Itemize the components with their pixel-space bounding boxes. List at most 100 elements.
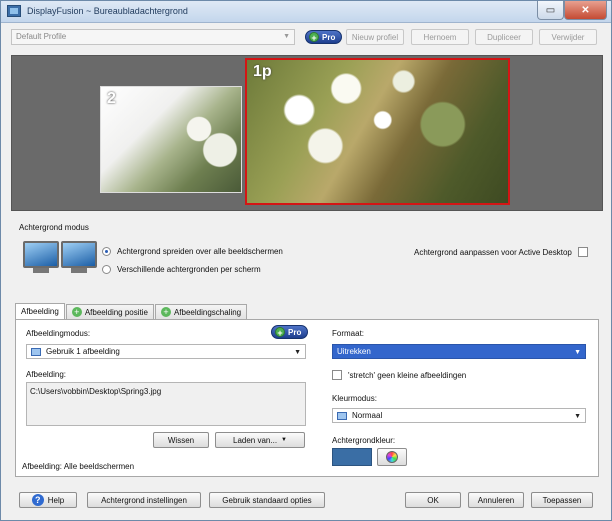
tab-afbeeldingschaling-label: Afbeeldingschaling bbox=[173, 307, 242, 317]
background-color-label: Achtergrondkleur: bbox=[332, 436, 396, 445]
chevron-down-icon: ▼ bbox=[283, 33, 290, 40]
apply-button[interactable]: Toepassen bbox=[531, 492, 593, 508]
displayfusion-icon bbox=[7, 5, 21, 17]
image-target-text: Afbeelding: Alle beeldschermen bbox=[22, 462, 135, 471]
restore-icon: ▭ bbox=[545, 4, 556, 16]
tab-afbeelding[interactable]: Afbeelding bbox=[15, 303, 65, 319]
color-mode-value: Normaal bbox=[352, 411, 383, 420]
rename-profile-button[interactable]: Hernoem bbox=[411, 29, 469, 45]
delete-label: Verwijder bbox=[551, 32, 585, 42]
background-settings-label: Achtergrond instellingen bbox=[101, 495, 187, 505]
background-mode-title: Achtergrond modus bbox=[19, 223, 89, 232]
load-from-label: Laden van... bbox=[233, 435, 278, 445]
duplicate-label: Dupliceer bbox=[487, 32, 521, 42]
image-path-label: Afbeelding: bbox=[26, 370, 67, 379]
color-mode-icon bbox=[337, 411, 347, 420]
help-icon: ? bbox=[31, 494, 44, 506]
radio-per-screen[interactable]: Verschillende achtergronden per scherm bbox=[102, 265, 261, 274]
monitor-screen-left bbox=[23, 241, 59, 268]
ok-button[interactable]: OK bbox=[405, 492, 461, 508]
radio-selected-indicator[interactable] bbox=[102, 247, 111, 256]
monitor-2-label: 2 bbox=[107, 90, 116, 107]
pro-button[interactable]: + Pro bbox=[271, 325, 308, 339]
cancel-button[interactable]: Annuleren bbox=[468, 492, 524, 508]
use-defaults-button[interactable]: Gebruik standaard opties bbox=[209, 492, 325, 508]
format-value: Uitrekken bbox=[337, 347, 371, 356]
new-profile-label: Nieuw profiel bbox=[351, 32, 399, 42]
dialog-buttons: ? Help Achtergrond instellingen Gebruik … bbox=[1, 483, 611, 521]
format-label: Formaat: bbox=[332, 329, 365, 338]
delete-profile-button[interactable]: Verwijder bbox=[539, 29, 597, 45]
color-mode-label: Kleurmodus: bbox=[332, 394, 377, 403]
app-window: DisplayFusion ~ Bureaubladachtergrond ▭ … bbox=[0, 0, 612, 521]
restore-button[interactable]: ▭ bbox=[537, 1, 564, 20]
afbeelding-panel: Afbeeldingmodus: + Pro Gebruik 1 afbeeld… bbox=[15, 319, 599, 477]
image-mode-value: Gebruik 1 afbeelding bbox=[46, 347, 120, 356]
image-mode-label: Afbeeldingmodus: bbox=[26, 329, 91, 338]
rename-label: Hernoem bbox=[423, 32, 457, 42]
image-path-field[interactable]: C:\Users\vobbin\Desktop\Spring3.jpg bbox=[26, 382, 306, 426]
clear-button[interactable]: Wissen bbox=[153, 432, 209, 448]
color-wheel-icon bbox=[386, 451, 398, 463]
chevron-down-icon: ▼ bbox=[574, 349, 581, 356]
plus-icon: + bbox=[275, 327, 285, 338]
new-profile-button[interactable]: Nieuw profiel bbox=[346, 29, 404, 45]
pro-label: Pro bbox=[322, 32, 336, 42]
image-path-value: C:\Users\vobbin\Desktop\Spring3.jpg bbox=[30, 387, 162, 396]
radio-unselected-indicator[interactable] bbox=[102, 265, 111, 274]
tab-afbeelding-positie-label: Afbeelding positie bbox=[84, 307, 148, 317]
monitor-stand-left bbox=[33, 268, 49, 273]
background-settings-button[interactable]: Achtergrond instellingen bbox=[87, 492, 201, 508]
active-desktop-label: Achtergrond aanpassen voor Active Deskto… bbox=[414, 247, 572, 257]
background-color-swatch[interactable] bbox=[332, 448, 372, 466]
stretch-option[interactable]: 'stretch' geen kleine afbeeldingen bbox=[332, 370, 466, 380]
color-picker-button[interactable] bbox=[377, 448, 407, 466]
window-title: DisplayFusion ~ Bureaubladachtergrond bbox=[27, 6, 188, 16]
profile-value: Default Profile bbox=[16, 32, 67, 41]
help-button[interactable]: ? Help bbox=[19, 492, 77, 508]
monitor-screen-right bbox=[61, 241, 97, 268]
tab-afbeelding-positie[interactable]: + Afbeelding positie bbox=[65, 304, 154, 319]
settings-tabs: Afbeelding + Afbeelding positie + Afbeel… bbox=[15, 303, 248, 319]
dual-monitor-icon bbox=[23, 237, 103, 277]
active-desktop-option[interactable]: Achtergrond aanpassen voor Active Deskto… bbox=[414, 247, 588, 257]
monitor-2-thumbnail[interactable]: 2 bbox=[100, 86, 242, 193]
radio-span-all[interactable]: Achtergrond spreiden over alle beeldsche… bbox=[102, 247, 283, 256]
close-button[interactable]: ✕ bbox=[564, 1, 607, 20]
monitor-stand-right bbox=[71, 268, 87, 273]
format-dropdown[interactable]: Uitrekken ▼ bbox=[332, 344, 586, 359]
monitor-1-label: 1p bbox=[253, 63, 272, 80]
profile-toolbar: Default Profile ▼ + Pro Nieuw profiel He… bbox=[1, 23, 611, 51]
cancel-label: Annuleren bbox=[477, 495, 515, 505]
image-mode-dropdown[interactable]: Gebruik 1 afbeelding ▼ bbox=[26, 344, 306, 359]
help-label: Help bbox=[47, 495, 65, 505]
pro-label: Pro bbox=[288, 327, 302, 337]
tab-afbeeldingschaling[interactable]: + Afbeeldingschaling bbox=[154, 304, 248, 319]
color-mode-dropdown[interactable]: Normaal ▼ bbox=[332, 408, 586, 423]
image-icon bbox=[31, 347, 41, 356]
chevron-down-icon: ▼ bbox=[574, 413, 581, 420]
stretch-label: 'stretch' geen kleine afbeeldingen bbox=[348, 370, 467, 380]
duplicate-profile-button[interactable]: Dupliceer bbox=[475, 29, 533, 45]
profile-dropdown[interactable]: Default Profile ▼ bbox=[11, 29, 295, 45]
tab-afbeelding-label: Afbeelding bbox=[21, 307, 59, 316]
chevron-down-icon: ▼ bbox=[281, 437, 287, 443]
chevron-down-icon: ▼ bbox=[294, 349, 301, 356]
plus-icon: + bbox=[71, 307, 82, 317]
plus-icon: + bbox=[160, 307, 171, 317]
load-from-button[interactable]: Laden van... ▼ bbox=[215, 432, 305, 448]
clear-label: Wissen bbox=[167, 435, 195, 445]
radio-per-screen-label: Verschillende achtergronden per scherm bbox=[117, 265, 261, 274]
pro-button[interactable]: + Pro bbox=[305, 30, 342, 44]
radio-span-all-label: Achtergrond spreiden over alle beeldsche… bbox=[117, 247, 283, 256]
monitor-preview: 2 1p bbox=[11, 55, 603, 211]
apply-label: Toepassen bbox=[542, 495, 582, 505]
stretch-checkbox[interactable] bbox=[332, 370, 342, 380]
background-mode-group: Achtergrond modus Achtergrond spreiden o… bbox=[11, 223, 603, 291]
use-defaults-label: Gebruik standaard opties bbox=[222, 495, 312, 505]
monitor-1-thumbnail[interactable]: 1p bbox=[245, 58, 510, 205]
active-desktop-checkbox[interactable] bbox=[577, 247, 588, 257]
ok-label: OK bbox=[427, 495, 439, 505]
plus-icon: + bbox=[309, 32, 319, 43]
title-bar: DisplayFusion ~ Bureaubladachtergrond ▭ … bbox=[1, 1, 611, 23]
